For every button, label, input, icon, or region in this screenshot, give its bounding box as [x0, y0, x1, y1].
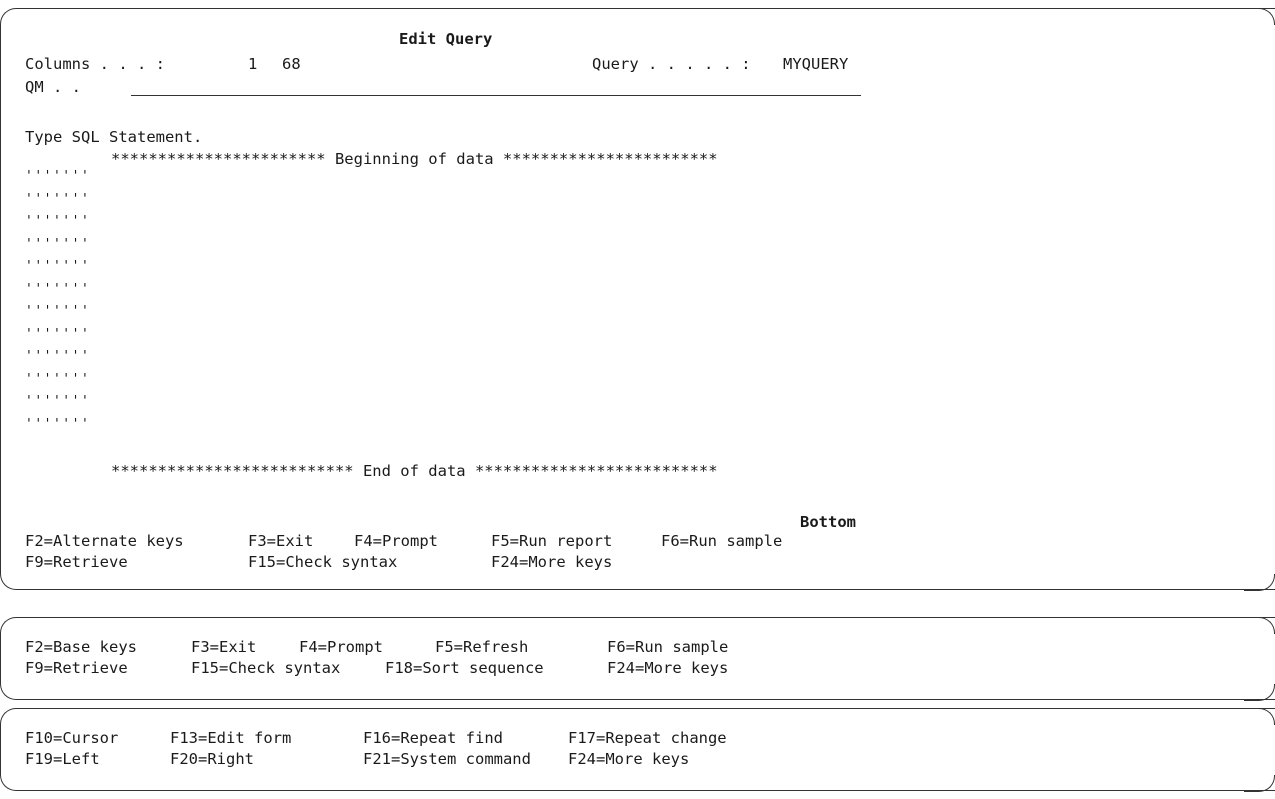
position-indicator: Bottom: [800, 513, 856, 531]
screen-title: Edit Query: [399, 30, 493, 48]
f9-retrieve[interactable]: F9=Retrieve: [25, 552, 128, 572]
f5-run-report[interactable]: F5=Run report: [491, 531, 612, 551]
f18-sort-sequence[interactable]: F18=Sort sequence: [385, 658, 544, 678]
f17-repeat-change[interactable]: F17=Repeat change: [568, 728, 727, 748]
f5-refresh[interactable]: F5=Refresh: [435, 637, 528, 657]
f10-cursor[interactable]: F10=Cursor: [25, 728, 118, 748]
sql-input-line[interactable]: ''''''': [25, 372, 90, 388]
columns-end-value: 68: [282, 55, 301, 73]
columns-label: Columns . . . :: [25, 55, 165, 73]
f24-more-keys[interactable]: F24=More keys: [491, 552, 612, 572]
f2-alternate-keys[interactable]: F2=Alternate keys: [25, 531, 184, 551]
qm-label: QM . .: [25, 78, 81, 96]
sql-input-line[interactable]: ''''''': [25, 214, 90, 230]
sql-input-line[interactable]: ''''''': [25, 394, 90, 410]
sql-input-line[interactable]: ''''''': [25, 417, 90, 433]
beginning-of-data-marker: *********************** Beginning of dat…: [111, 150, 718, 168]
edit-query-screen: Edit Query Columns . . . : 1 68 Query . …: [0, 7, 1275, 591]
end-of-data-marker: ************************** End of data *…: [111, 462, 718, 480]
f9-retrieve[interactable]: F9=Retrieve: [25, 658, 128, 678]
f6-run-sample[interactable]: F6=Run sample: [607, 637, 728, 657]
sql-input-line[interactable]: ''''''': [25, 282, 90, 298]
alternate-keys-panel-1: F2=Base keys F3=Exit F4=Prompt F5=Refres…: [0, 616, 1275, 701]
sql-input-line[interactable]: ''''''': [25, 237, 90, 253]
query-name-value: MYQUERY: [783, 55, 849, 73]
f15-check-syntax[interactable]: F15=Check syntax: [191, 658, 340, 678]
f6-run-sample[interactable]: F6=Run sample: [661, 531, 782, 551]
f24-more-keys[interactable]: F24=More keys: [568, 749, 689, 769]
columns-start-value: 1: [248, 55, 258, 73]
f3-exit[interactable]: F3=Exit: [248, 531, 313, 551]
f13-edit-form[interactable]: F13=Edit form: [170, 728, 291, 748]
sql-input-line[interactable]: ''''''': [25, 349, 90, 365]
f24-more-keys[interactable]: F24=More keys: [607, 658, 728, 678]
instruction-text: Type SQL Statement.: [25, 128, 203, 146]
sql-input-line[interactable]: ''''''': [25, 192, 90, 208]
f4-prompt[interactable]: F4=Prompt: [354, 531, 438, 551]
sql-input-line[interactable]: ''''''': [25, 327, 90, 343]
sql-input-line[interactable]: ''''''': [25, 259, 90, 275]
f4-prompt[interactable]: F4=Prompt: [299, 637, 383, 657]
f15-check-syntax[interactable]: F15=Check syntax: [248, 552, 397, 572]
f19-left[interactable]: F19=Left: [25, 749, 100, 769]
alternate-keys-panel-2: F10=Cursor F13=Edit form F16=Repeat find…: [0, 707, 1275, 792]
sql-input-line[interactable]: ''''''': [25, 304, 90, 320]
query-label: Query . . . . . :: [592, 55, 751, 73]
f20-right[interactable]: F20=Right: [170, 749, 254, 769]
qm-input-underline: [131, 95, 861, 96]
f2-base-keys[interactable]: F2=Base keys: [25, 637, 137, 657]
sql-input-line[interactable]: ''''''': [25, 169, 90, 185]
f3-exit[interactable]: F3=Exit: [191, 637, 256, 657]
f21-system-command[interactable]: F21=System command: [363, 749, 531, 769]
f16-repeat-find[interactable]: F16=Repeat find: [363, 728, 503, 748]
